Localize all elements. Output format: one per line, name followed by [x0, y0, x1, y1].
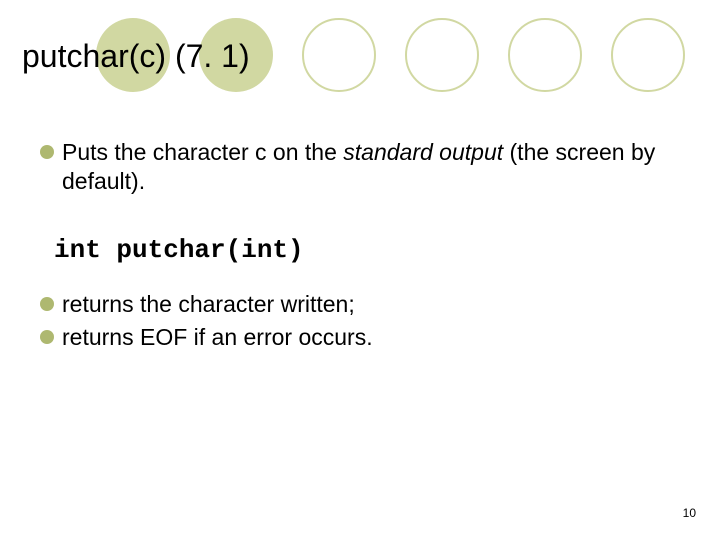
bullet-1-emph: standard output — [343, 139, 503, 165]
bullet-text-3: returns EOF if an error occurs. — [62, 323, 660, 352]
bullet-item-1: Puts the character c on the standard out… — [40, 138, 660, 196]
slide-body: Puts the character c on the standard out… — [40, 138, 660, 356]
code-signature: int putchar(int) — [54, 234, 660, 267]
bullet-text-2: returns the character written; — [62, 290, 660, 319]
bullet-icon — [40, 145, 54, 159]
slide-title: putchar(c) (7. 1) — [22, 38, 250, 75]
bullet-item-2: returns the character written; — [40, 290, 660, 319]
bullet-1-pre: Puts the character c on the — [62, 139, 343, 165]
circle-outline-1 — [302, 18, 376, 92]
circle-outline-2 — [405, 18, 479, 92]
bullet-item-3: returns EOF if an error occurs. — [40, 323, 660, 352]
page-number: 10 — [683, 506, 696, 520]
bullet-icon — [40, 330, 54, 344]
circle-outline-4 — [611, 18, 685, 92]
bullet-text-1: Puts the character c on the standard out… — [62, 138, 660, 196]
circle-outline-3 — [508, 18, 582, 92]
bullet-icon — [40, 297, 54, 311]
